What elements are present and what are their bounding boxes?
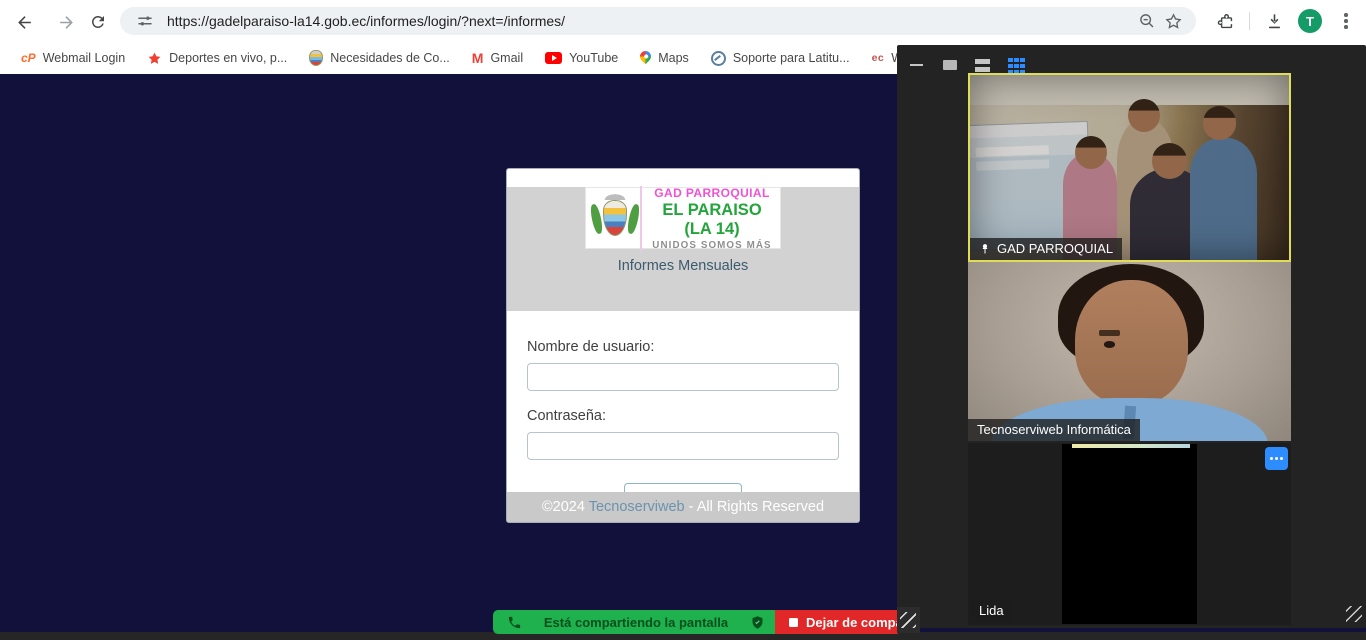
page-title: Informes Mensuales xyxy=(507,258,859,274)
video-tile-tecnoserviweb[interactable]: Tecnoserviweb Informática xyxy=(968,262,1291,441)
dell-icon xyxy=(711,51,726,66)
copyright-footer: ©2024 Tecnoserviweb - All Rights Reserve… xyxy=(507,492,859,522)
extensions-icon[interactable] xyxy=(1211,7,1239,35)
password-label: Contraseña: xyxy=(527,408,839,424)
crest-shield xyxy=(603,200,627,236)
vignette-overlay xyxy=(970,75,1289,260)
zoom-indicator-icon[interactable] xyxy=(1134,8,1160,34)
panel-resize-grip[interactable] xyxy=(1346,606,1362,622)
participant-name-badge: GAD PARROQUIAL xyxy=(970,238,1122,260)
bookmark-webmail-login[interactable]: cP Webmail Login xyxy=(10,45,136,71)
reload-icon xyxy=(89,13,107,31)
url-text: https://gadelparaiso-la14.gob.ec/informe… xyxy=(167,13,1134,29)
participant-name-badge: Tecnoserviweb Informática xyxy=(968,419,1140,441)
shield-check-icon xyxy=(750,615,765,630)
ecuador-crest-icon xyxy=(309,50,323,66)
stop-share-button[interactable]: Dejar de comparti xyxy=(775,610,898,634)
share-toolbar-grip[interactable] xyxy=(897,607,920,633)
forward-arrow-icon xyxy=(57,13,76,32)
logo-line2: EL PARAISO (LA 14) xyxy=(648,201,776,239)
whois-ec-icon: ec xyxy=(872,52,885,64)
tune-icon xyxy=(137,13,153,29)
single-view-icon xyxy=(943,60,957,70)
forward-button[interactable] xyxy=(51,7,81,37)
puzzle-icon xyxy=(1216,12,1235,31)
bookmark-deportes[interactable]: Deportes en vivo, p... xyxy=(136,45,298,71)
back-arrow-icon xyxy=(15,13,34,32)
site-info-icon[interactable] xyxy=(132,8,158,34)
stop-square-icon xyxy=(789,618,798,627)
minimize-icon xyxy=(910,64,923,67)
ellipsis-icon xyxy=(1275,457,1278,460)
google-maps-pin-icon xyxy=(638,49,654,65)
toolbar-divider xyxy=(1249,12,1250,30)
username-label: Nombre de usuario: xyxy=(527,339,839,355)
back-button[interactable] xyxy=(9,7,39,37)
profile-avatar[interactable]: T xyxy=(1298,9,1322,33)
crest-wings xyxy=(599,191,631,200)
bookmark-star-icon[interactable] xyxy=(1160,8,1186,34)
username-field[interactable] xyxy=(527,363,839,391)
toolbar-right-cluster: T xyxy=(1211,7,1360,35)
magnifier-minus-icon xyxy=(1138,12,1156,30)
screen: https://gadelparaiso-la14.gob.ec/informe… xyxy=(0,0,1366,640)
bookmark-gmail[interactable]: M Gmail xyxy=(461,45,534,71)
login-form: Nombre de usuario: Contraseña: Iniciar s… xyxy=(507,311,859,513)
video-tile-gad-parroquial[interactable]: GAD PARROQUIAL xyxy=(968,73,1291,262)
reload-button[interactable] xyxy=(83,7,113,37)
logo-text-block: GAD PARROQUIAL EL PARAISO (LA 14) UNIDOS… xyxy=(640,186,776,251)
gad-logo: GAD PARROQUIAL EL PARAISO (LA 14) UNIDOS… xyxy=(585,187,781,249)
meeting-panel: GAD PARROQUIAL Tecnoserviweb Informática… xyxy=(897,45,1366,628)
stop-share-label: Dejar de comparti xyxy=(806,615,898,630)
video-tile-lida[interactable]: Lida xyxy=(968,443,1291,625)
copyright-suffix: - All Rights Reserved xyxy=(685,499,824,515)
video-light-strip xyxy=(1072,444,1190,448)
login-card-header: GAD PARROQUIAL EL PARAISO (LA 14) UNIDOS… xyxy=(507,187,859,311)
login-card: GAD PARROQUIAL EL PARAISO (LA 14) UNIDOS… xyxy=(506,168,860,523)
address-bar[interactable]: https://gadelparaiso-la14.gob.ec/informe… xyxy=(120,7,1196,35)
logo-line1: GAD PARROQUIAL xyxy=(648,186,776,200)
crest-leaf-left xyxy=(589,203,604,234)
download-arrow-icon xyxy=(1265,12,1284,31)
share-status-bar: Está compartiendo la pantalla xyxy=(493,610,775,634)
coat-of-arms-icon xyxy=(590,191,640,245)
youtube-icon xyxy=(545,52,562,64)
bookmark-soporte-dell[interactable]: Soporte para Latitu... xyxy=(700,45,861,71)
bookmark-necesidades[interactable]: Necesidades de Co... xyxy=(298,45,461,71)
logo-line3: UNIDOS SOMOS MÁS xyxy=(648,240,776,251)
bookmark-youtube[interactable]: YouTube xyxy=(534,45,629,71)
person-face xyxy=(1075,280,1188,405)
tecnoserviweb-link[interactable]: Tecnoserviweb xyxy=(589,499,685,515)
red-star-icon xyxy=(147,51,162,66)
star-outline-icon xyxy=(1164,12,1183,31)
pin-icon xyxy=(979,243,991,255)
share-status-text: Está compartiendo la pantalla xyxy=(522,615,750,630)
participant-name-badge: Lida xyxy=(970,600,1013,622)
dark-video-area xyxy=(1062,444,1197,624)
three-dots-glyph xyxy=(1344,13,1348,17)
cpanel-icon: cP xyxy=(21,51,36,65)
gallery-view-icon xyxy=(1008,58,1013,63)
speaker-view-icon xyxy=(975,59,990,64)
menu-icon[interactable] xyxy=(1332,7,1360,35)
single-view-button[interactable] xyxy=(936,53,963,77)
participant-name: GAD PARROQUIAL xyxy=(997,241,1113,256)
browser-toolbar: https://gadelparaiso-la14.gob.ec/informe… xyxy=(0,0,1366,42)
participant-name: Lida xyxy=(979,603,1004,618)
gmail-icon: M xyxy=(472,50,484,66)
phone-icon xyxy=(507,615,522,630)
downloads-icon[interactable] xyxy=(1260,7,1288,35)
bookmark-maps[interactable]: Maps xyxy=(629,45,700,71)
participant-more-options-button[interactable] xyxy=(1265,447,1288,470)
password-field[interactable] xyxy=(527,432,839,460)
participant-name: Tecnoserviweb Informática xyxy=(977,422,1131,437)
copyright-prefix: ©2024 xyxy=(542,499,589,515)
crest-leaf-right xyxy=(626,203,641,234)
minimize-view-button[interactable] xyxy=(903,53,930,77)
